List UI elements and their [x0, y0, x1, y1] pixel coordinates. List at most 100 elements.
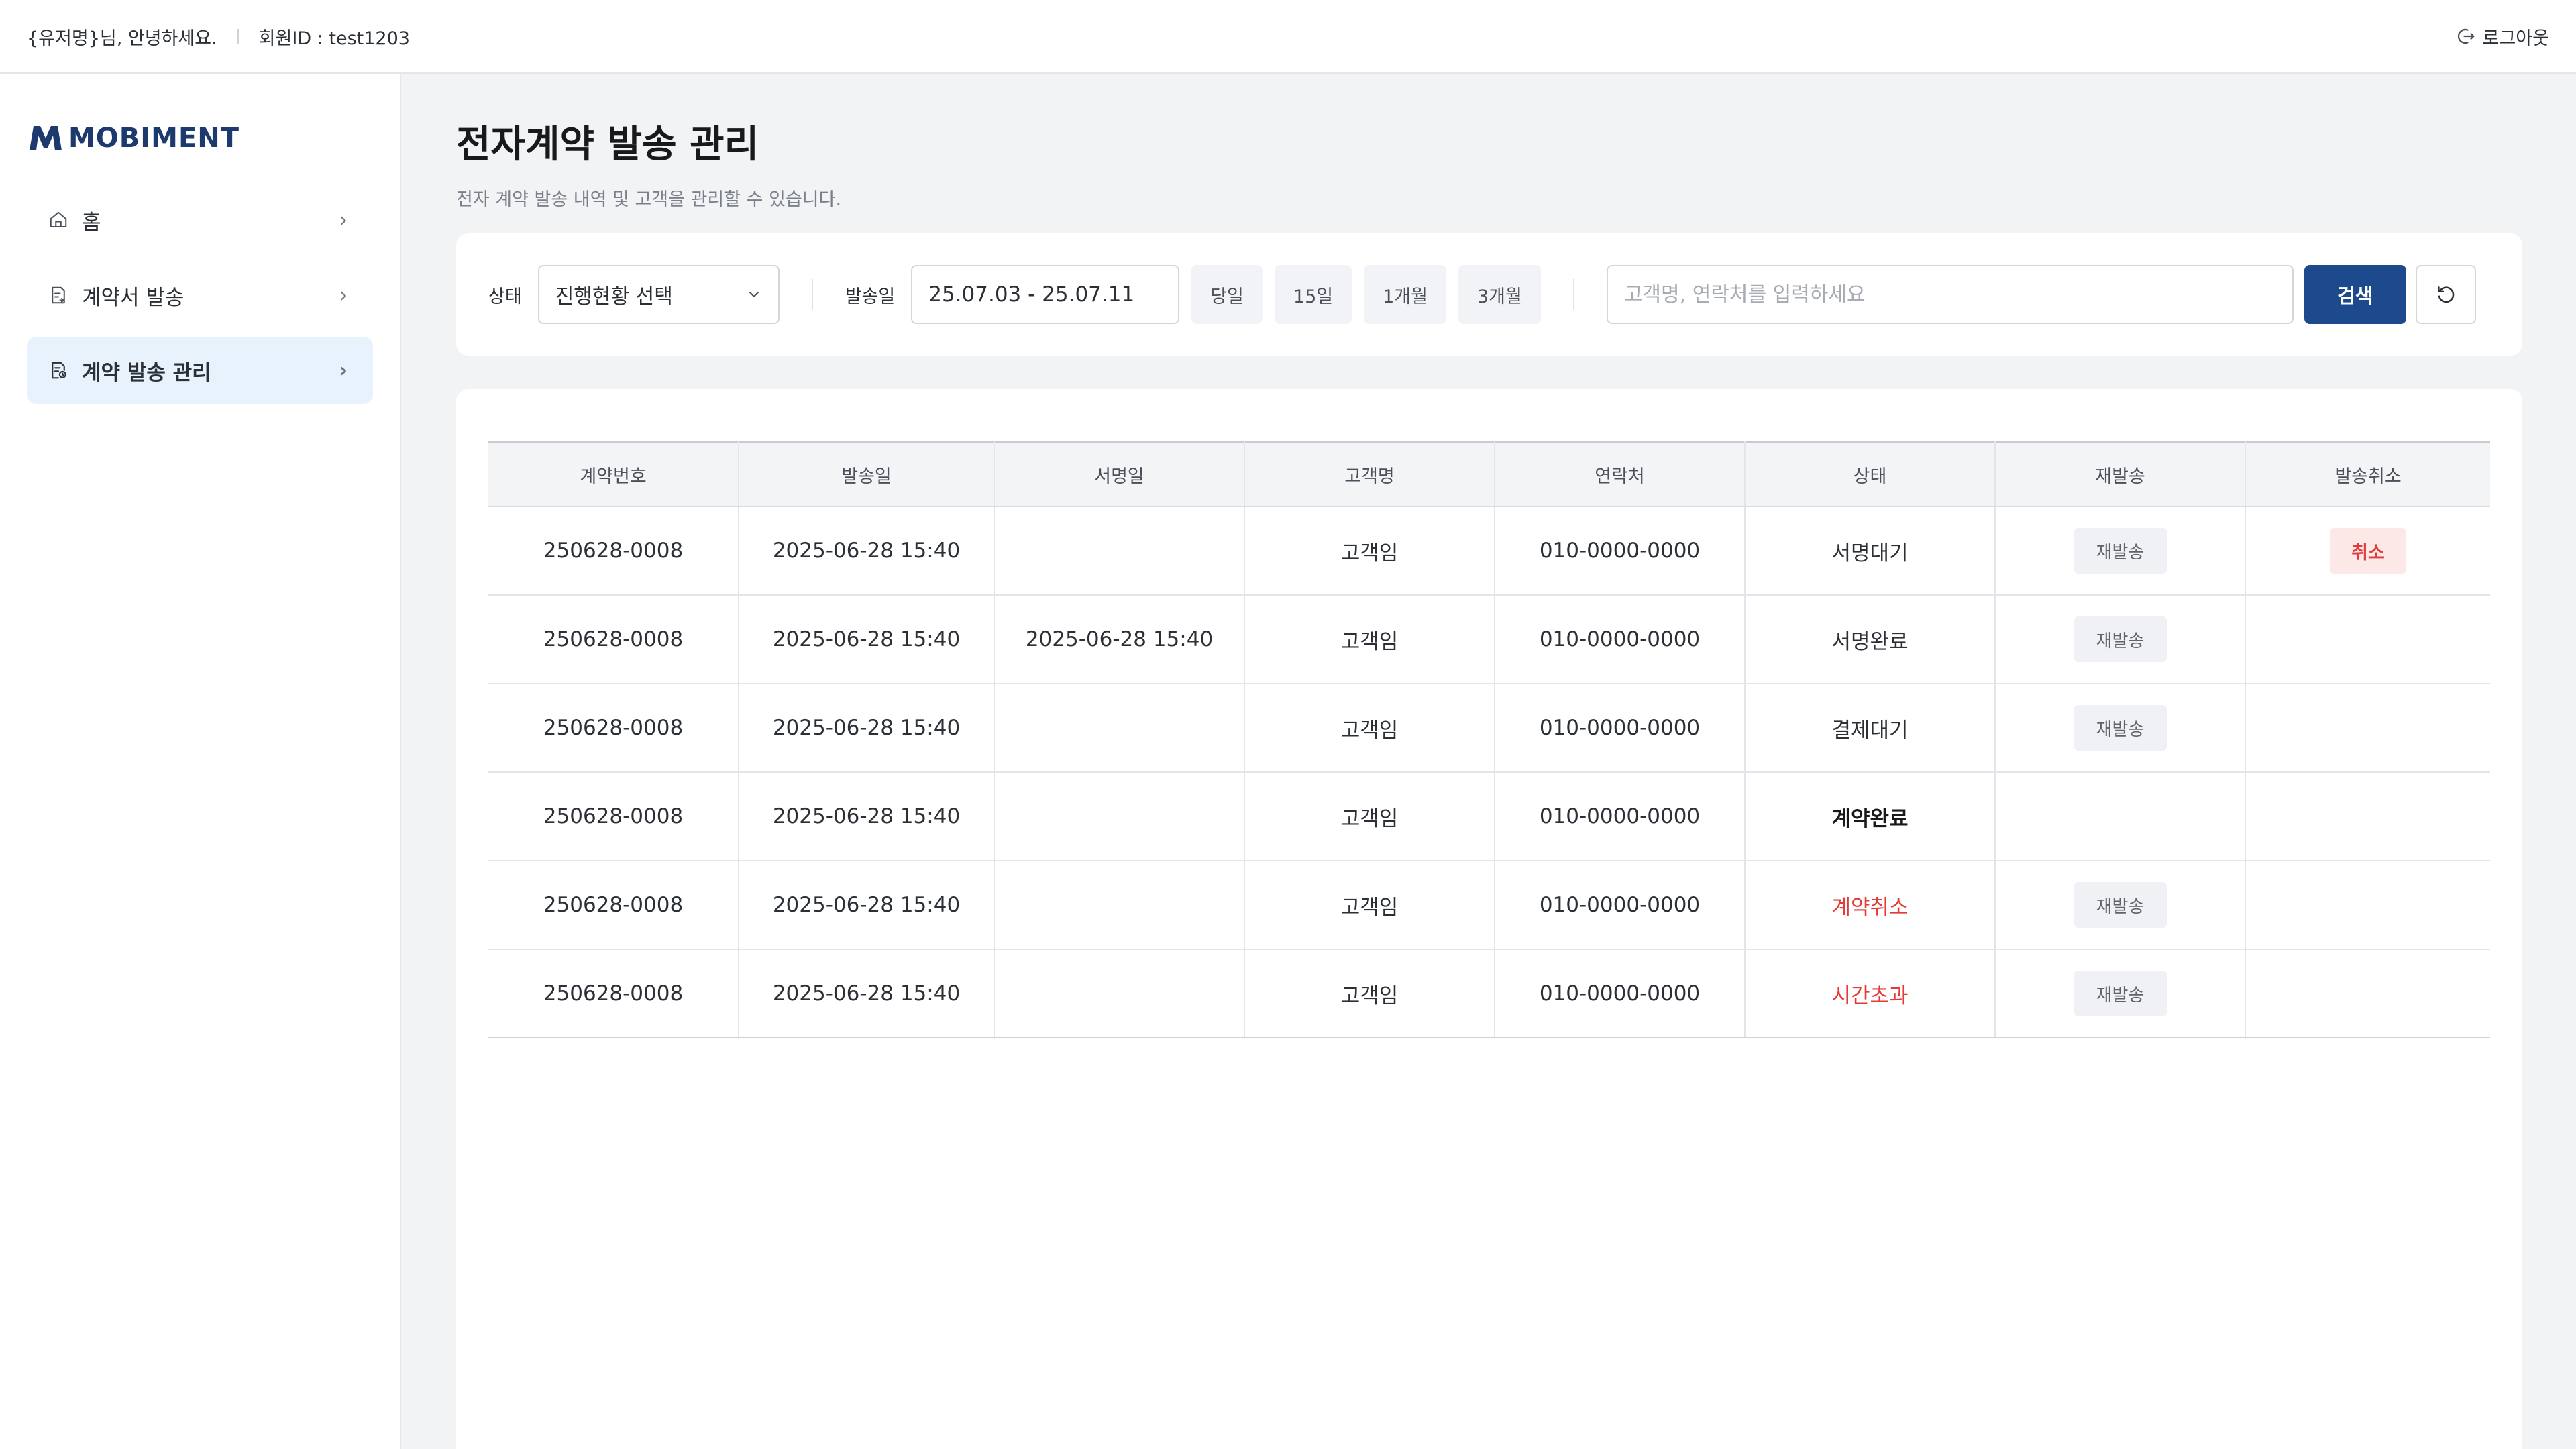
refresh-icon: [2437, 286, 2455, 303]
status-cell: 서명완료: [1745, 595, 1996, 684]
contract-number-cell: 250628-0008: [488, 772, 739, 861]
table-header-row: 계약번호 발송일 서명일 고객명 연락처 상태 재발송 발송취소: [488, 441, 2490, 507]
status-select-value: 진행현황 선택: [555, 285, 673, 309]
resend-cell: 재발송: [1995, 684, 2246, 773]
resend-cell: 재발송: [1995, 861, 2246, 950]
resend-button[interactable]: 재발송: [2074, 705, 2167, 751]
sidebar-item-contract-manage[interactable]: 계약 발송 관리 ›: [27, 337, 373, 404]
status-cell: 시간초과: [1745, 949, 1996, 1038]
table-row[interactable]: 250628-0008 2025-06-28 15:40 고객임 010-000…: [488, 861, 2490, 950]
customer-name-cell: 고객임: [1244, 949, 1495, 1038]
contract-number-cell: 250628-0008: [488, 506, 739, 596]
column-header: 고객명: [1244, 441, 1495, 507]
table-row[interactable]: 250628-0008 2025-06-28 15:40 2025-06-28 …: [488, 595, 2490, 684]
range-3months-button[interactable]: 3개월: [1458, 265, 1541, 324]
search-button[interactable]: 검색: [2304, 265, 2406, 324]
contract-table: 계약번호 발송일 서명일 고객명 연락처 상태 재발송 발송취소 250628-…: [488, 441, 2490, 1038]
cancel-cell: [2245, 861, 2490, 950]
status-filter-label: 상태: [488, 286, 522, 307]
phone-cell: 010-0000-0000: [1495, 595, 1746, 684]
logo[interactable]: MOBIMENT: [27, 114, 373, 162]
sent-date-cell: 2025-06-28 15:40: [739, 949, 995, 1038]
header-divider: [237, 29, 239, 44]
resend-button[interactable]: 재발송: [2074, 528, 2167, 574]
chevron-right-icon: ›: [339, 208, 347, 232]
cancel-cell: [2245, 949, 2490, 1038]
search-input[interactable]: [1606, 265, 2294, 324]
sidebar-item-label: 계약 발송 관리: [82, 360, 211, 385]
sidebar: MOBIMENT 홈 › 계약서 발송 › 계약 발송 관리 ›: [0, 74, 401, 1449]
contract-number-cell: 250628-0008: [488, 684, 739, 773]
phone-cell: 010-0000-0000: [1495, 506, 1746, 596]
table-row[interactable]: 250628-0008 2025-06-28 15:40 고객임 010-000…: [488, 949, 2490, 1038]
logo-mark-icon: [27, 123, 64, 153]
phone-cell: 010-0000-0000: [1495, 949, 1746, 1038]
table-row[interactable]: 250628-0008 2025-06-28 15:40 고객임 010-000…: [488, 506, 2490, 596]
main-content: 전자계약 발송 관리 전자 계약 발송 내역 및 고객을 관리할 수 있습니다.…: [456, 114, 2522, 1449]
phone-cell: 010-0000-0000: [1495, 772, 1746, 861]
column-header: 발송취소: [2245, 441, 2490, 507]
cancel-send-button[interactable]: 취소: [2330, 528, 2406, 574]
cancel-cell: [2245, 595, 2490, 684]
cancel-cell: [2245, 684, 2490, 773]
greeting-text: {유저명}님, 안녕하세요.: [27, 28, 217, 49]
resend-button[interactable]: 재발송: [2074, 882, 2167, 928]
column-header: 서명일: [994, 441, 1245, 507]
table-row[interactable]: 250628-0008 2025-06-28 15:40 고객임 010-000…: [488, 684, 2490, 773]
customer-name-cell: 고객임: [1244, 772, 1495, 861]
cancel-cell: [2245, 772, 2490, 861]
status-select[interactable]: 진행현황 선택: [537, 265, 780, 324]
customer-name-cell: 고객임: [1244, 595, 1495, 684]
contract-number-cell: 250628-0008: [488, 595, 739, 684]
resend-cell: 재발송: [1995, 949, 2246, 1038]
reset-button[interactable]: [2415, 265, 2476, 324]
range-1month-button[interactable]: 1개월: [1364, 265, 1446, 324]
filter-bar: 상태 진행현황 선택 발송일 25.07.03 - 25.07.11 당일 15…: [456, 233, 2522, 356]
signed-date-cell: 2025-06-28 15:40: [994, 595, 1245, 684]
sidebar-item-home[interactable]: 홈 ›: [27, 186, 373, 254]
column-header: 발송일: [739, 441, 995, 507]
sent-date-cell: 2025-06-28 15:40: [739, 772, 995, 861]
filter-divider: [1572, 279, 1574, 310]
contract-number-cell: 250628-0008: [488, 861, 739, 950]
sent-date-cell: 2025-06-28 15:40: [739, 595, 995, 684]
column-header: 연락처: [1495, 441, 1746, 507]
sent-date-cell: 2025-06-28 15:40: [739, 506, 995, 596]
range-today-button[interactable]: 당일: [1191, 265, 1263, 324]
status-cell: 서명대기: [1745, 506, 1996, 596]
date-filter-label: 발송일: [845, 286, 896, 307]
logout-button[interactable]: 로그아웃: [2456, 23, 2549, 50]
column-header: 상태: [1745, 441, 1996, 507]
filter-divider: [811, 279, 813, 310]
phone-cell: 010-0000-0000: [1495, 861, 1746, 950]
resend-cell: 재발송: [1995, 506, 2246, 596]
page-subtitle: 전자 계약 발송 내역 및 고객을 관리할 수 있습니다.: [456, 189, 842, 210]
customer-name-cell: 고객임: [1244, 684, 1495, 773]
table-row[interactable]: 250628-0008 2025-06-28 15:40 고객임 010-000…: [488, 772, 2490, 861]
date-range-input[interactable]: 25.07.03 - 25.07.11: [911, 265, 1180, 324]
customer-name-cell: 고객임: [1244, 506, 1495, 596]
logout-label: 로그아웃: [2482, 28, 2549, 49]
contract-table-card: 계약번호 발송일 서명일 고객명 연락처 상태 재발송 발송취소 250628-…: [456, 389, 2522, 1449]
document-send-icon: [48, 283, 72, 307]
chevron-right-icon: ›: [339, 358, 347, 382]
signed-date-cell: [994, 772, 1245, 861]
contract-number-cell: 250628-0008: [488, 949, 739, 1038]
signed-date-cell: [994, 684, 1245, 773]
resend-button[interactable]: 재발송: [2074, 971, 2167, 1016]
sent-date-cell: 2025-06-28 15:40: [739, 684, 995, 773]
sidebar-item-contract-send[interactable]: 계약서 발송 ›: [27, 262, 373, 329]
signed-date-cell: [994, 949, 1245, 1038]
resend-cell: [1995, 772, 2246, 861]
chevron-down-icon: [749, 292, 759, 297]
status-cell: 계약취소: [1745, 861, 1996, 950]
document-manage-icon: [48, 358, 72, 382]
column-header: 계약번호: [488, 441, 739, 507]
customer-name-cell: 고객임: [1244, 861, 1495, 950]
column-header: 재발송: [1995, 441, 2246, 507]
range-15days-button[interactable]: 15일: [1274, 265, 1352, 324]
logo-text: MOBIMENT: [68, 123, 240, 154]
resend-button[interactable]: 재발송: [2074, 616, 2167, 662]
signed-date-cell: [994, 861, 1245, 950]
signed-date-cell: [994, 506, 1245, 596]
